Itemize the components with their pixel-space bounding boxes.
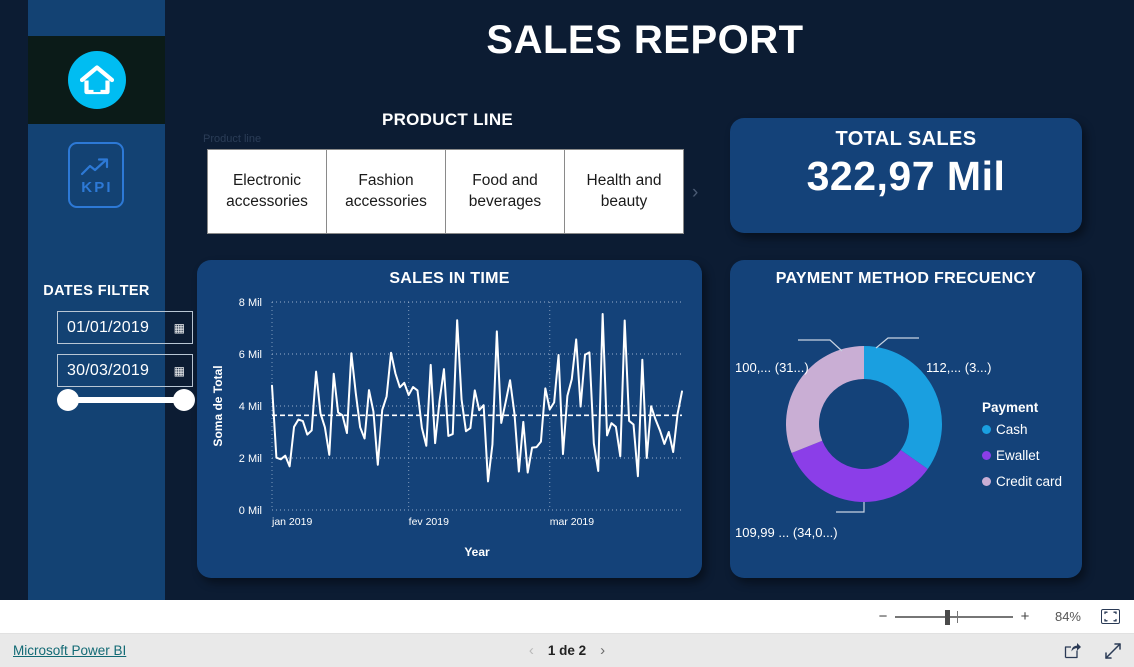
dates-filter-title: DATES FILTER (43, 283, 150, 299)
total-sales-title: TOTAL SALES (835, 128, 977, 150)
line-chart-plot: 0 Mil 2 Mil 4 Mil 6 Mil 8 Mil jan 2019 fev 201… (211, 297, 683, 559)
page-navigation: ‹ 1 de 2 › (0, 642, 1134, 659)
line-series-soma-de-total (270, 312, 683, 483)
legend-item-label: Cash (996, 422, 1028, 437)
sidebar-home-button[interactable] (28, 36, 165, 124)
donut-leader-line-2 (798, 339, 843, 352)
y-axis-tick-label: 8 Mil (238, 297, 261, 309)
donut-leader-line-1 (836, 502, 865, 513)
donut-leader-line-0 (875, 337, 919, 349)
calendar-icon[interactable]: ▦ (174, 322, 185, 334)
total-sales-card: TOTAL SALES 322,97 Mil (730, 118, 1082, 233)
payment-method-title: PAYMENT METHOD FRECUENCY (775, 270, 1037, 287)
legend-color-swatch (982, 451, 991, 460)
zoom-in-button[interactable]: + (1017, 608, 1033, 625)
donut-callout-ewallet: 109,99 ... (34,0...) (735, 525, 838, 540)
payment-method-chart: PAYMENT METHOD FRECUENCY 112,... (3...) … (730, 260, 1082, 578)
home-icon-circle (67, 51, 126, 109)
next-page-button[interactable]: › (600, 642, 605, 659)
zoom-slider[interactable] (895, 609, 1013, 625)
product-tile-food-and-beverages[interactable]: Food and beverages (445, 149, 565, 234)
power-bi-report-viewer: KPI DATES FILTER 01/01/2019 ▦ 30/03/2019… (0, 0, 1134, 667)
date-range-slider-handle-left[interactable] (57, 389, 79, 411)
product-tile-label: Fashion accessories (345, 172, 427, 210)
date-range-slider[interactable] (57, 389, 195, 411)
fullscreen-icon[interactable] (1104, 642, 1122, 660)
zoom-slider-thumb[interactable] (945, 609, 950, 625)
legend-item-label: Credit card (996, 474, 1063, 489)
product-tile-health-and-beauty[interactable]: Health and beauty (564, 149, 684, 234)
trending-up-icon (80, 158, 109, 176)
home-icon (79, 65, 114, 95)
date-to-value: 30/03/2019 (67, 361, 150, 379)
legend-item-cash[interactable]: Cash (982, 422, 1078, 437)
product-tile-label: Health and beauty (586, 172, 662, 210)
fit-to-screen-icon[interactable] (1101, 609, 1120, 624)
zoom-slider-tick (957, 610, 958, 623)
report-canvas: KPI DATES FILTER 01/01/2019 ▦ 30/03/2019… (0, 0, 1134, 600)
y-axis-tick-label: 4 Mil (238, 401, 261, 413)
donut-callout-cash: 112,... (3...) (926, 360, 992, 375)
calendar-icon[interactable]: ▦ (174, 365, 185, 377)
legend-title: Payment (982, 400, 1039, 415)
zoom-out-button[interactable]: − (875, 608, 891, 625)
zoom-slider-track (895, 615, 1013, 618)
legend-item-ewallet[interactable]: Ewallet (982, 448, 1078, 463)
sidebar-kpi-button[interactable]: KPI (68, 142, 124, 208)
y-axis-tick-label: 2 Mil (238, 453, 261, 465)
legend-item-credit-card[interactable]: Credit card (982, 474, 1078, 489)
total-sales-value: 322,97 Mil (806, 153, 1006, 199)
x-axis-tick-label: fev 2019 (408, 516, 448, 528)
page-indicator: 1 de 2 (547, 643, 587, 658)
y-axis-tick-label: 0 Mil (238, 505, 261, 517)
donut-plot (786, 337, 942, 513)
sales-in-time-title: SALES IN TIME (389, 270, 510, 287)
product-tile-electronic-accessories[interactable]: Electronic accessories (207, 149, 327, 234)
sales-in-time-chart: SALES IN TIME 0 Mil 2 Mil 4 Mil 6 Mil 8 Mil j… (197, 260, 702, 578)
page-title: SALES REPORT (486, 18, 804, 62)
sidebar: KPI DATES FILTER 01/01/2019 ▦ 30/03/2019… (28, 0, 195, 600)
payment-legend: Payment Cash Ewallet Credit card (982, 400, 1078, 500)
zoom-bar: − + 84% (0, 600, 1134, 634)
previous-page-button[interactable]: ‹ (529, 642, 534, 659)
legend-item-label: Ewallet (996, 448, 1040, 463)
footer-actions (1064, 642, 1122, 660)
product-tile-fashion-accessories[interactable]: Fashion accessories (326, 149, 446, 234)
date-to-input[interactable]: 30/03/2019 ▦ (57, 354, 193, 387)
y-axis-title: Soma de Total (211, 365, 225, 446)
product-line-title: PRODUCT LINE (381, 110, 514, 129)
x-axis-title: Year (464, 545, 490, 559)
date-from-input[interactable]: 01/01/2019 ▦ (57, 311, 193, 344)
product-line-slicer: Electronic accessories Fashion accessori… (207, 149, 684, 234)
zoom-percent-label: 84% (1054, 609, 1081, 624)
legend-color-swatch (982, 425, 991, 434)
date-range-slider-handle-right[interactable] (173, 389, 195, 411)
donut-callout-credit-card: 100,... (31...) (735, 360, 809, 375)
x-axis-tick-label: mar 2019 (549, 516, 594, 528)
y-axis-tick-label: 6 Mil (238, 349, 261, 361)
product-tile-label: Food and beverages (468, 172, 542, 210)
legend-color-swatch (982, 477, 991, 486)
share-icon[interactable] (1064, 642, 1082, 659)
chevron-right-icon[interactable]: › (692, 182, 698, 204)
product-tile-label: Electronic accessories (226, 172, 308, 210)
product-line-field-label: Product line (203, 133, 262, 145)
x-axis-tick-label: jan 2019 (271, 516, 312, 528)
footer-bar: Microsoft Power BI ‹ 1 de 2 › (0, 634, 1134, 667)
kpi-label: KPI (81, 179, 113, 196)
date-from-value: 01/01/2019 (67, 318, 150, 336)
